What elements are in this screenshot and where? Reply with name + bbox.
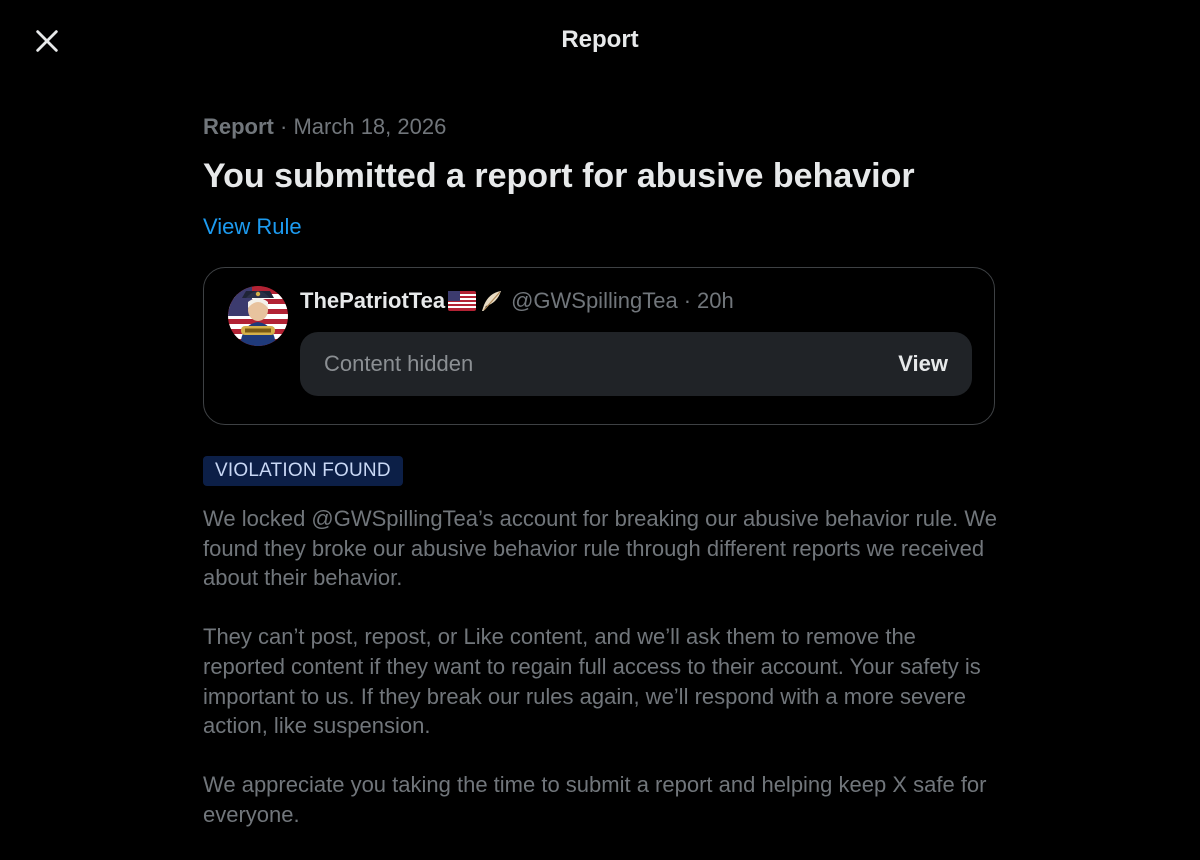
- hidden-content-label: Content hidden: [324, 351, 474, 376]
- display-name[interactable]: ThePatriotTea: [300, 288, 445, 314]
- feather-icon: [479, 289, 503, 313]
- reported-post-card[interactable]: ThePatriotTea @GWSpillingTea · 20h Conte…: [203, 267, 995, 425]
- report-date: March 18, 2026: [293, 114, 447, 139]
- top-bar: Report: [0, 0, 1200, 84]
- meta-separator: ·: [273, 114, 294, 139]
- header-separator: ·: [683, 288, 692, 313]
- body-paragraph: We appreciate you taking the time to sub…: [203, 772, 987, 827]
- post-timestamp[interactable]: 20h: [697, 288, 734, 314]
- body-paragraph: We locked @GWSpillingTea’s account for b…: [203, 506, 997, 591]
- view-rule-link[interactable]: View Rule: [203, 212, 302, 242]
- status-badge: VIOLATION FOUND: [203, 456, 403, 486]
- report-body: We locked @GWSpillingTea’s account for b…: [203, 504, 1003, 859]
- view-content-button[interactable]: View: [898, 332, 948, 396]
- post-header: ThePatriotTea @GWSpillingTea · 20h: [300, 286, 734, 316]
- report-meta: Report · March 18, 2026: [203, 110, 1003, 144]
- report-summary: Report · March 18, 2026 You submitted a …: [203, 110, 1003, 242]
- avatar-image: [228, 286, 288, 346]
- us-flag-icon: [448, 291, 477, 311]
- report-label: Report: [203, 114, 274, 139]
- avatar[interactable]: [228, 286, 288, 346]
- page-title: Report: [561, 26, 639, 53]
- hidden-content-box: Content hidden View: [300, 332, 972, 396]
- post-handle[interactable]: @GWSpillingTea: [511, 288, 678, 314]
- report-headline: You submitted a report for abusive behav…: [203, 157, 915, 195]
- body-paragraph: They can’t post, repost, or Like content…: [203, 624, 981, 739]
